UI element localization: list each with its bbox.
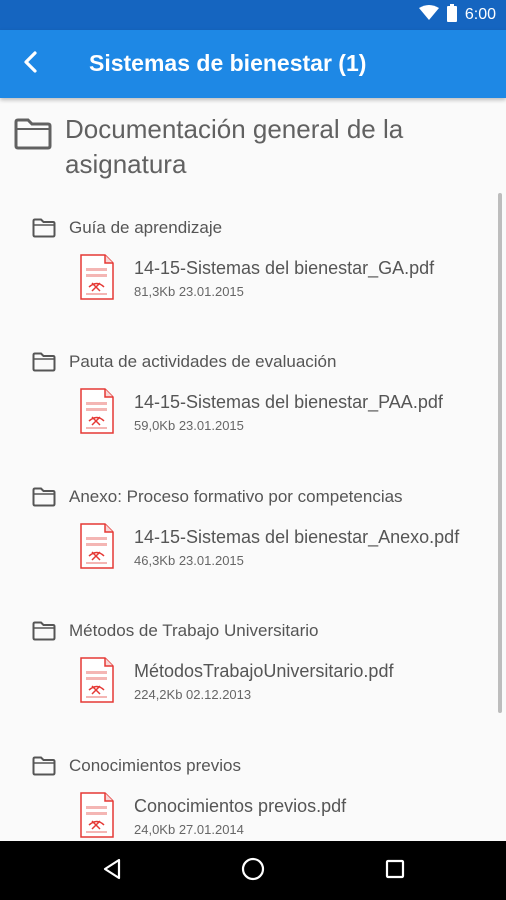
folder-label: Métodos de Trabajo Universitario	[69, 621, 319, 640]
file-name: 14-15-Sistemas del bienestar_PAA.pdf	[134, 392, 443, 412]
pdf-file-icon	[80, 388, 114, 434]
folder-label: Guía de aprendizaje	[69, 218, 223, 237]
folder-label: Conocimientos previos	[69, 756, 241, 775]
nav-bar	[0, 841, 506, 900]
folder-item[interactable]: Anexo: Proceso formativo por competencia…	[32, 485, 492, 509]
wifi-icon	[418, 4, 439, 26]
folder-label: Pauta de actividades de evaluación	[69, 352, 337, 371]
folder-icon	[32, 621, 56, 641]
folder-group: Pauta de actividades de evaluación 14-15…	[32, 350, 492, 440]
folder-item[interactable]: Pauta de actividades de evaluación	[32, 350, 492, 374]
file-meta: 81,3Kb 23.01.2015	[134, 284, 244, 299]
recents-square-icon	[383, 857, 407, 886]
folder-icon	[32, 352, 56, 372]
file-item[interactable]: 14-15-Sistemas del bienestar_GA.pdf 81,3…	[80, 254, 492, 306]
status-icons: 6:00	[418, 0, 496, 30]
battery-icon	[446, 3, 457, 27]
nav-home-button[interactable]	[237, 855, 269, 887]
back-chevron-icon	[21, 50, 39, 79]
file-name: Conocimientos previos.pdf	[134, 796, 347, 816]
folder-group: Conocimientos previos Conocimientos prev…	[32, 754, 492, 841]
file-name: 14-15-Sistemas del bienestar_GA.pdf	[134, 258, 435, 278]
nav-back-button[interactable]	[96, 855, 128, 887]
folder-group: Anexo: Proceso formativo por competencia…	[32, 485, 492, 575]
folder-label: Anexo: Proceso formativo por competencia…	[69, 487, 403, 506]
section-title: Documentación general de la asignatura	[65, 114, 404, 179]
file-meta: 46,3Kb 23.01.2015	[134, 553, 244, 568]
back-triangle-icon	[100, 857, 124, 886]
file-item[interactable]: 14-15-Sistemas del bienestar_PAA.pdf 59,…	[80, 388, 492, 440]
folder-group: Métodos de Trabajo Universitario Métodos…	[32, 619, 492, 709]
nav-recents-button[interactable]	[379, 855, 411, 887]
pdf-file-icon	[80, 792, 114, 838]
folder-icon	[32, 487, 56, 507]
pdf-file-icon	[80, 254, 114, 300]
file-meta: 59,0Kb 23.01.2015	[134, 418, 244, 433]
file-item[interactable]: Conocimientos previos.pdf 24,0Kb 27.01.2…	[80, 792, 492, 841]
folder-item[interactable]: Conocimientos previos	[32, 754, 492, 778]
page-title: Sistemas de bienestar (1)	[89, 50, 367, 76]
app-bar: Sistemas de bienestar (1)	[0, 30, 506, 98]
file-name: MétodosTrabajoUniversitario.pdf	[134, 661, 394, 681]
section-header[interactable]: Documentación general de la asignatura	[14, 112, 484, 182]
scrollbar[interactable]	[498, 193, 502, 713]
status-time: 6:00	[464, 6, 496, 23]
pdf-file-icon	[80, 523, 114, 569]
content-list[interactable]: Documentación general de la asignatura G…	[0, 98, 506, 841]
folder-group: Guía de aprendizaje 14-15-Sistemas del b…	[32, 216, 492, 306]
status-bar: 6:00	[0, 0, 506, 30]
file-item[interactable]: MétodosTrabajoUniversitario.pdf 224,2Kb …	[80, 657, 492, 709]
file-item[interactable]: 14-15-Sistemas del bienestar_Anexo.pdf 4…	[80, 523, 492, 575]
pdf-file-icon	[80, 657, 114, 703]
folder-item[interactable]: Guía de aprendizaje	[32, 216, 492, 240]
home-circle-icon	[240, 856, 266, 887]
file-meta: 224,2Kb 02.12.2013	[134, 687, 252, 702]
folder-icon	[32, 756, 56, 776]
file-name: 14-15-Sistemas del bienestar_Anexo.pdf	[134, 527, 460, 547]
folder-icon	[32, 218, 56, 238]
back-button[interactable]	[14, 48, 46, 80]
file-meta: 24,0Kb 27.01.2014	[134, 822, 244, 837]
folder-item[interactable]: Métodos de Trabajo Universitario	[32, 619, 492, 643]
folder-icon	[14, 118, 52, 150]
